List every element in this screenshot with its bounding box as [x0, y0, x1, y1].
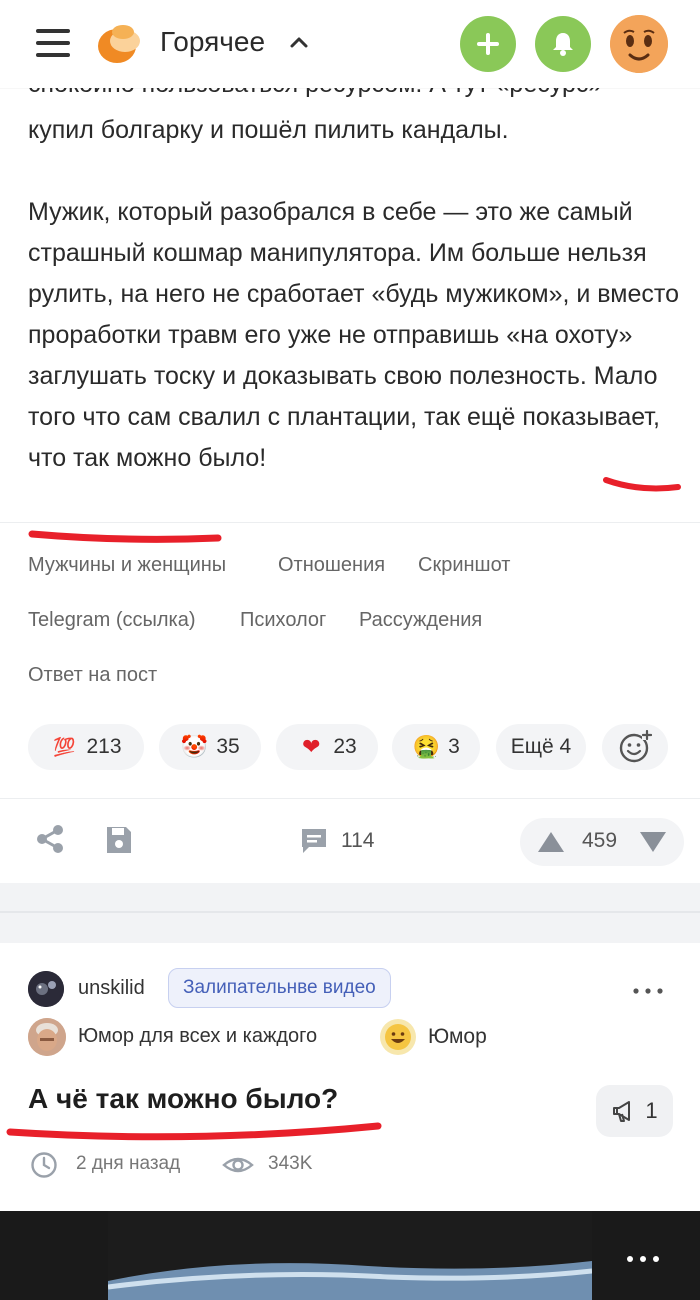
- community-name[interactable]: Юмор для всех и каждого: [78, 1025, 317, 1048]
- save-icon[interactable]: [104, 824, 134, 856]
- author-badge[interactable]: Залипательнве видео: [168, 968, 391, 1008]
- divider: [0, 522, 700, 523]
- chevron-up-icon[interactable]: [287, 30, 311, 54]
- user-avatar[interactable]: [610, 15, 668, 73]
- rating-value: 459: [582, 829, 618, 852]
- author-avatar[interactable]: [28, 971, 64, 1007]
- post-time: 2 дня назад: [76, 1153, 181, 1174]
- reaction-nauseated[interactable]: 🤮 3: [392, 724, 480, 770]
- bell-icon: [553, 33, 573, 56]
- post-card: спокойно пользоваться ресурсом. А тут «р…: [0, 70, 700, 883]
- community-avatar[interactable]: [28, 1018, 66, 1056]
- post-paragraph: Мужик, который разобрался в себе — это ж…: [28, 198, 679, 472]
- replies-count: 1: [645, 1098, 658, 1123]
- divider: [0, 798, 700, 799]
- more-reactions-button[interactable]: Ещё 4: [496, 724, 586, 770]
- post-card: unskilid Залипательнве видео Юмор для вс…: [0, 943, 700, 1300]
- more-options-icon[interactable]: [633, 988, 663, 994]
- site-logo[interactable]: [95, 20, 143, 66]
- reaction-count: 213: [86, 735, 122, 758]
- create-post-button[interactable]: [460, 16, 516, 72]
- post-body-text: купил болгарку и пошёл пилить кандалы. М…: [28, 110, 688, 479]
- video-frame: [107, 1211, 593, 1300]
- community-avatar-icon: [28, 1018, 66, 1056]
- nauseated-face-icon: 🤮: [412, 734, 440, 759]
- video-preview[interactable]: [0, 1211, 700, 1300]
- top-header: Горячее: [0, 0, 700, 88]
- megaphone-icon: [613, 1101, 631, 1122]
- replies-button[interactable]: 1: [596, 1085, 673, 1137]
- grinning-face-icon: [380, 1019, 416, 1055]
- tag[interactable]: Скриншот: [418, 554, 510, 577]
- reaction-clown[interactable]: 🤡 35: [159, 724, 261, 770]
- share-icon[interactable]: [34, 823, 66, 855]
- feed-separator: [0, 883, 700, 943]
- comments-button[interactable]: 114: [299, 825, 374, 857]
- reaction-heart[interactable]: ❤ 23: [276, 724, 378, 770]
- add-reaction-button[interactable]: [602, 724, 668, 770]
- reactions-bar: 💯 213 🤡 35 ❤ 23 🤮 3 Ещё 4: [28, 724, 688, 770]
- tag[interactable]: Отношения: [278, 554, 385, 577]
- plus-icon: [477, 33, 499, 55]
- feed-title[interactable]: Горячее: [160, 26, 265, 58]
- reaction-count: 23: [333, 735, 357, 758]
- reaction-count: 3: [448, 735, 460, 758]
- add-emoji-icon: [619, 730, 652, 763]
- comment-icon: [302, 829, 326, 853]
- views-count: 343K: [268, 1153, 313, 1174]
- tag[interactable]: Мужчины и женщины: [28, 554, 226, 577]
- rating-widget: 459: [520, 818, 684, 866]
- menu-icon[interactable]: [36, 27, 70, 59]
- tag[interactable]: Ответ на пост: [28, 664, 157, 687]
- post-paragraph: купил болгарку и пошёл пилить кандалы.: [28, 116, 509, 144]
- tag[interactable]: Рассуждения: [359, 609, 482, 632]
- reaction-hundred[interactable]: 💯 213: [28, 724, 144, 770]
- notifications-button[interactable]: [535, 16, 591, 72]
- upvote-icon[interactable]: [536, 830, 566, 854]
- author-username[interactable]: unskilid: [78, 977, 145, 1000]
- heart-icon: ❤: [302, 734, 321, 759]
- reaction-count: 35: [216, 735, 240, 758]
- tag[interactable]: Telegram (ссылка): [28, 609, 196, 632]
- downvote-icon[interactable]: [638, 830, 668, 854]
- author-avatar-icon: [28, 971, 64, 1007]
- category-name[interactable]: Юмор: [428, 1025, 487, 1049]
- eye-icon: [222, 1157, 254, 1173]
- post-title[interactable]: А чё так можно было?: [28, 1083, 338, 1115]
- avatar-face-icon: [610, 15, 668, 73]
- tag[interactable]: Психолог: [240, 609, 326, 632]
- video-thumbnail: [107, 1211, 593, 1300]
- clown-icon: 🤡: [180, 734, 209, 759]
- comments-count: 114: [341, 829, 375, 852]
- more-reactions-label: Ещё 4: [510, 735, 572, 758]
- hundred-points-icon: 💯: [53, 736, 76, 757]
- video-more-icon[interactable]: [626, 1255, 660, 1263]
- clock-icon: [31, 1152, 57, 1178]
